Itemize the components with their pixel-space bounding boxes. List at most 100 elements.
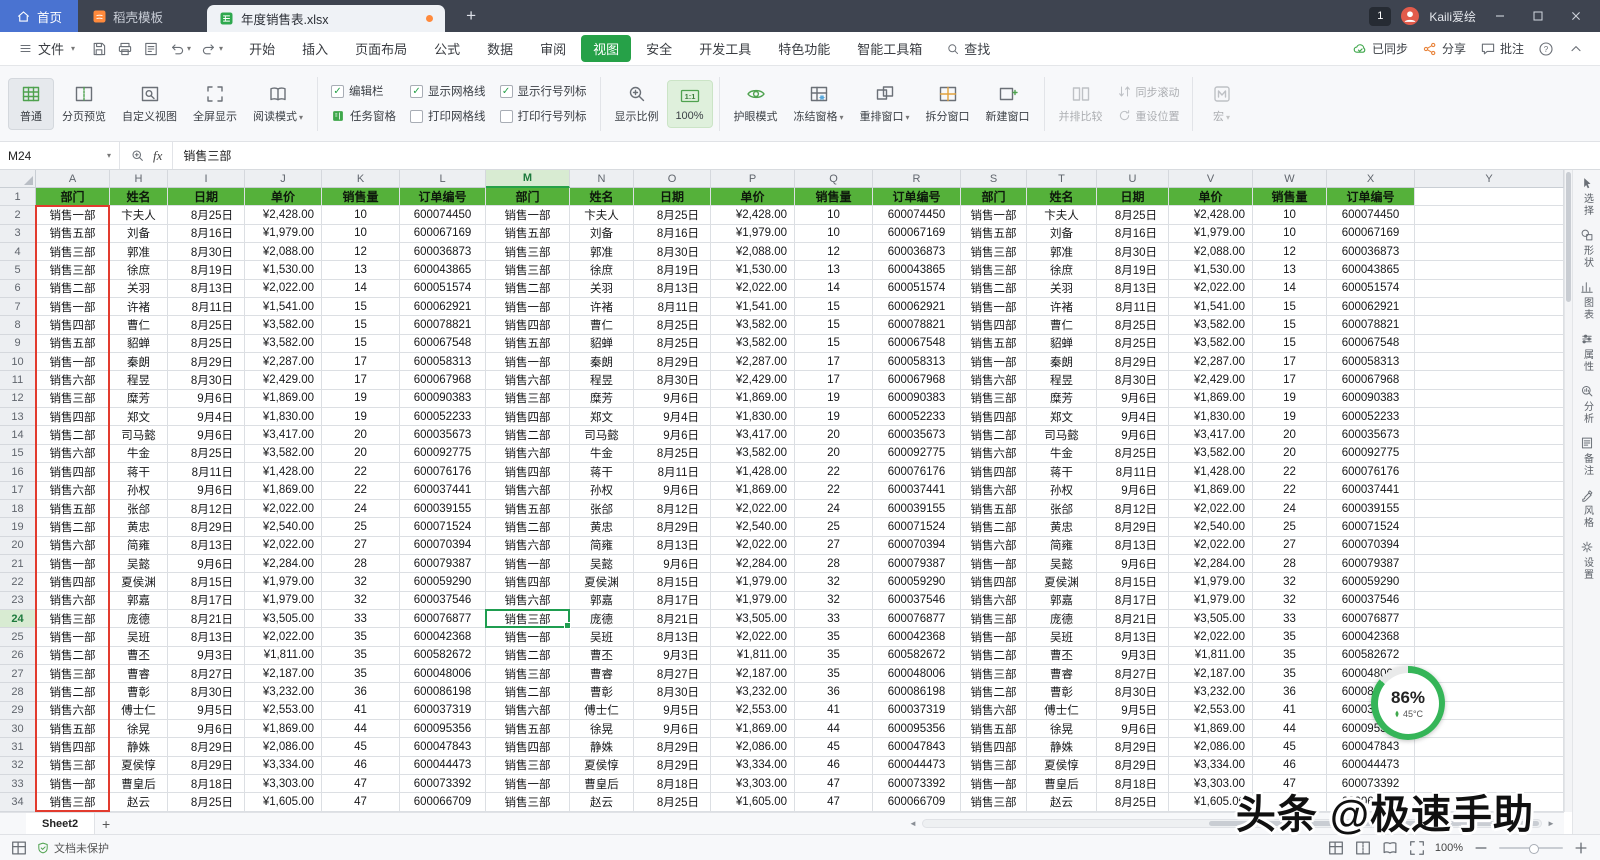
cell-U6[interactable]: 8月13日	[1097, 280, 1169, 298]
cell-H17[interactable]: 孙权	[110, 482, 168, 500]
row-header-33[interactable]: 33	[0, 775, 36, 793]
cell-N17[interactable]: 孙权	[570, 482, 634, 500]
close-button[interactable]	[1562, 4, 1590, 28]
cell-T33[interactable]: 曹皇后	[1027, 775, 1097, 793]
name-box[interactable]: M24 ▾	[0, 142, 120, 169]
cell-L13[interactable]: 600052233	[400, 408, 486, 426]
cell-X7[interactable]: 600062921	[1327, 298, 1415, 316]
cell-W12[interactable]: 19	[1253, 390, 1327, 408]
column-header-R[interactable]: R	[873, 170, 961, 188]
cell-K7[interactable]: 15	[322, 298, 400, 316]
cell-H29[interactable]: 傅士仁	[110, 702, 168, 720]
cell-L32[interactable]: 600044473	[400, 757, 486, 775]
cell-Q21[interactable]: 28	[795, 555, 873, 573]
cell-K31[interactable]: 45	[322, 738, 400, 756]
cell-L12[interactable]: 600090383	[400, 390, 486, 408]
ribbon-reading-mode-button[interactable]: 阅读模式▾	[245, 78, 311, 130]
column-header-H[interactable]: H	[110, 170, 168, 188]
cell-U11[interactable]: 8月30日	[1097, 371, 1169, 389]
cell-X17[interactable]: 600037441	[1327, 482, 1415, 500]
cell-Y21[interactable]	[1415, 555, 1564, 573]
cell-R5[interactable]: 600043865	[873, 261, 961, 279]
cell-T13[interactable]: 郑文	[1027, 408, 1097, 426]
cell-K4[interactable]: 12	[322, 243, 400, 261]
cell-P19[interactable]: ¥2,540.00	[711, 518, 795, 536]
cell-M10[interactable]: 销售一部	[486, 353, 570, 371]
cell-V30[interactable]: ¥1,869.00	[1169, 720, 1253, 738]
cell-W15[interactable]: 20	[1253, 445, 1327, 463]
cell-J13[interactable]: ¥1,830.00	[245, 408, 322, 426]
cell-M12[interactable]: 销售三部	[486, 390, 570, 408]
cell-M29[interactable]: 销售六部	[486, 702, 570, 720]
column-header-S[interactable]: S	[961, 170, 1027, 188]
cell-R9[interactable]: 600067548	[873, 335, 961, 353]
cell-X4[interactable]: 600036873	[1327, 243, 1415, 261]
cell-K20[interactable]: 27	[322, 537, 400, 555]
panel-item-properties[interactable]: 属性	[1573, 332, 1600, 373]
cell-H2[interactable]: 卞夫人	[110, 206, 168, 224]
cell-U7[interactable]: 8月11日	[1097, 298, 1169, 316]
cell-P18[interactable]: ¥2,022.00	[711, 500, 795, 518]
cell-I34[interactable]: 8月25日	[168, 793, 245, 811]
cell-W9[interactable]: 15	[1253, 335, 1327, 353]
cell-N3[interactable]: 刘备	[570, 225, 634, 243]
cell-U31[interactable]: 8月29日	[1097, 738, 1169, 756]
cell-Y15[interactable]	[1415, 445, 1564, 463]
cell-K27[interactable]: 35	[322, 665, 400, 683]
cell-S2[interactable]: 销售一部	[961, 206, 1027, 224]
cell-N34[interactable]: 赵云	[570, 793, 634, 811]
cell-S16[interactable]: 销售四部	[961, 463, 1027, 481]
cell-Q33[interactable]: 47	[795, 775, 873, 793]
cell-H15[interactable]: 牛金	[110, 445, 168, 463]
cell-X21[interactable]: 600079387	[1327, 555, 1415, 573]
cell-J28[interactable]: ¥3,232.00	[245, 683, 322, 701]
cell-J14[interactable]: ¥3,417.00	[245, 426, 322, 444]
cell-H11[interactable]: 程昱	[110, 371, 168, 389]
cell-U26[interactable]: 9月3日	[1097, 647, 1169, 665]
cell-N11[interactable]: 程昱	[570, 371, 634, 389]
row-header-22[interactable]: 22	[0, 573, 36, 591]
cell-Y6[interactable]	[1415, 280, 1564, 298]
cell-W31[interactable]: 45	[1253, 738, 1327, 756]
cell-V7[interactable]: ¥1,541.00	[1169, 298, 1253, 316]
cell-V32[interactable]: ¥3,334.00	[1169, 757, 1253, 775]
cell-U10[interactable]: 8月29日	[1097, 353, 1169, 371]
cell-L34[interactable]: 600066709	[400, 793, 486, 811]
cell-W7[interactable]: 15	[1253, 298, 1327, 316]
user-avatar[interactable]	[1401, 7, 1419, 25]
cell-S10[interactable]: 销售一部	[961, 353, 1027, 371]
cell-J16[interactable]: ¥1,428.00	[245, 463, 322, 481]
cell-S25[interactable]: 销售一部	[961, 628, 1027, 646]
cell-R19[interactable]: 600071524	[873, 518, 961, 536]
cell-Y24[interactable]	[1415, 610, 1564, 628]
cell-M30[interactable]: 销售五部	[486, 720, 570, 738]
cell-J10[interactable]: ¥2,287.00	[245, 353, 322, 371]
cell-I13[interactable]: 9月4日	[168, 408, 245, 426]
scroll-right-arrow[interactable]: ►	[1544, 819, 1558, 828]
cell-Q10[interactable]: 17	[795, 353, 873, 371]
cell-W17[interactable]: 22	[1253, 482, 1327, 500]
cell-I22[interactable]: 8月15日	[168, 573, 245, 591]
cell-V26[interactable]: ¥1,811.00	[1169, 647, 1253, 665]
vertical-scrollbar[interactable]	[1564, 170, 1572, 812]
cell-I17[interactable]: 9月6日	[168, 482, 245, 500]
cell-T23[interactable]: 郭嘉	[1027, 592, 1097, 610]
cell-J15[interactable]: ¥3,582.00	[245, 445, 322, 463]
tab-docer[interactable]: 稻壳模板	[78, 0, 177, 32]
cell-S33[interactable]: 销售一部	[961, 775, 1027, 793]
cell-L16[interactable]: 600076176	[400, 463, 486, 481]
cell-N2[interactable]: 卞夫人	[570, 206, 634, 224]
cell-P20[interactable]: ¥2,022.00	[711, 537, 795, 555]
cell-O21[interactable]: 9月6日	[634, 555, 711, 573]
cell-K15[interactable]: 20	[322, 445, 400, 463]
cell-A2[interactable]: 销售一部	[36, 206, 110, 224]
cell-R2[interactable]: 600074450	[873, 206, 961, 224]
cell-O17[interactable]: 9月6日	[634, 482, 711, 500]
cell-Q15[interactable]: 20	[795, 445, 873, 463]
cell-O9[interactable]: 8月25日	[634, 335, 711, 353]
menu-tab-insert[interactable]: 插入	[290, 35, 340, 62]
cell-J6[interactable]: ¥2,022.00	[245, 280, 322, 298]
cell-Q28[interactable]: 36	[795, 683, 873, 701]
cell-Y26[interactable]	[1415, 647, 1564, 665]
cell-V27[interactable]: ¥2,187.00	[1169, 665, 1253, 683]
